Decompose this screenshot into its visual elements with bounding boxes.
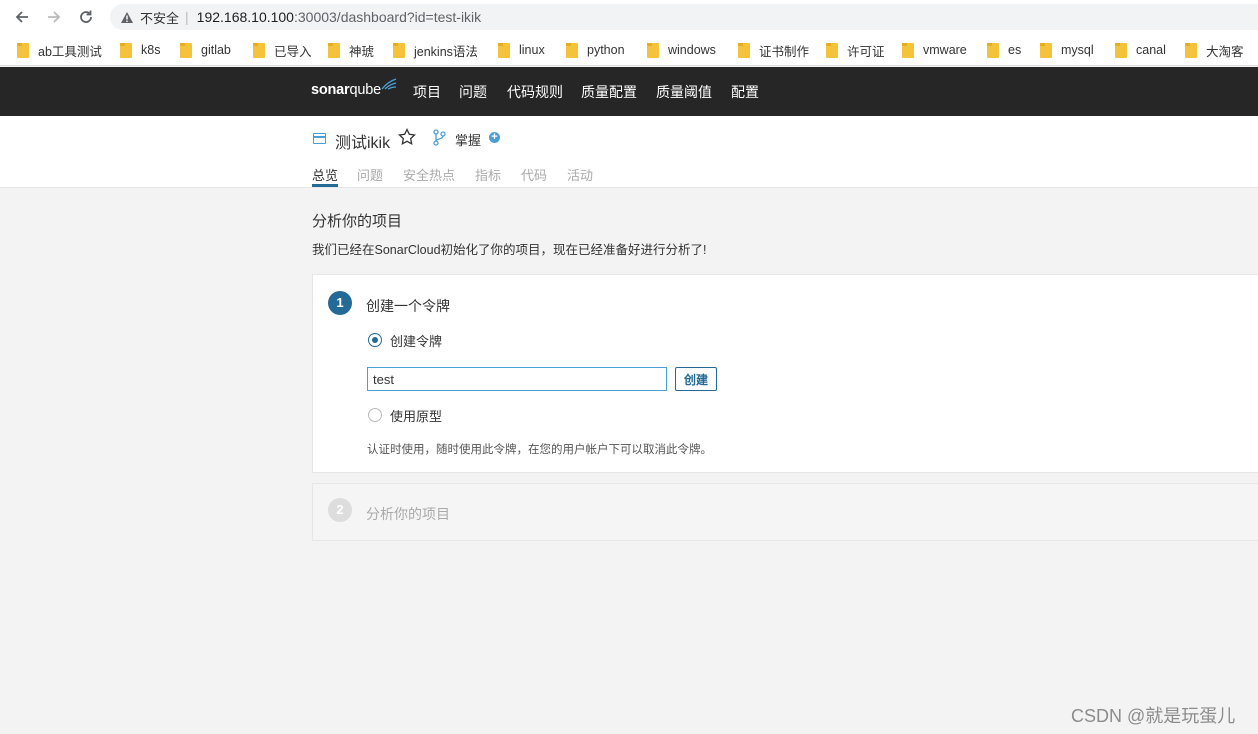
folder-icon bbox=[498, 42, 510, 58]
forward-arrow-icon[interactable] bbox=[44, 7, 64, 27]
bookmark-item[interactable]: python bbox=[566, 42, 625, 58]
warning-icon bbox=[121, 11, 133, 23]
tab-activity[interactable]: 活动 bbox=[567, 165, 593, 184]
create-token-button[interactable]: 创建 bbox=[675, 367, 717, 391]
watermark: CSDN @就是玩蛋儿 bbox=[1071, 706, 1236, 726]
radio-create-token[interactable] bbox=[368, 333, 382, 347]
folder-icon bbox=[987, 42, 999, 58]
sonarqube-navbar: sonarqube 项目 问题 代码规则 质量配置 质量阈值 配置 bbox=[0, 67, 1258, 116]
nav-administration[interactable]: 配置 bbox=[731, 82, 759, 102]
folder-icon bbox=[738, 42, 750, 58]
sonar-waves-icon bbox=[381, 78, 397, 90]
back-arrow-icon[interactable] bbox=[12, 7, 32, 27]
page-title: 分析你的项目 bbox=[312, 213, 403, 230]
step-1-title: 创建一个令牌 bbox=[366, 298, 450, 314]
nav-issues[interactable]: 问题 bbox=[459, 82, 487, 102]
bookmark-item[interactable]: es bbox=[987, 42, 1021, 58]
step-2-number: 2 bbox=[328, 498, 352, 522]
url-path: :30003/dashboard?id=test-ikik bbox=[293, 9, 482, 25]
folder-icon bbox=[1115, 42, 1127, 58]
bookmark-item[interactable]: gitlab bbox=[180, 42, 231, 58]
bookmark-item[interactable]: 许可证 bbox=[826, 42, 885, 59]
radio-use-existing[interactable] bbox=[368, 408, 382, 422]
step-1-number: 1 bbox=[328, 291, 352, 315]
folder-icon bbox=[180, 42, 192, 58]
bookmark-item[interactable]: vmware bbox=[902, 42, 967, 58]
folder-icon bbox=[902, 42, 914, 58]
project-icon bbox=[312, 133, 326, 144]
bookmark-item[interactable]: 神琥 bbox=[328, 42, 374, 59]
bookmark-item[interactable]: jenkins语法 bbox=[393, 42, 478, 59]
bookmark-item[interactable]: ab工具测试 bbox=[17, 42, 102, 59]
bookmarks-bar: ab工具测试 k8s gitlab 已导入 神琥 jenkins语法 linux… bbox=[0, 34, 1258, 66]
token-name-input[interactable] bbox=[367, 367, 667, 391]
plus-circle-icon[interactable]: + bbox=[489, 132, 500, 143]
page-subtitle: 我们已经在SonarCloud初始化了你的项目，现在已经准备好进行分析了! bbox=[312, 243, 707, 257]
nav-projects[interactable]: 项目 bbox=[413, 82, 441, 102]
branch-icon bbox=[433, 129, 446, 146]
radio-create-token-label[interactable]: 创建令牌 bbox=[390, 331, 442, 350]
folder-icon bbox=[566, 42, 578, 58]
step-2-title: 分析你的项目 bbox=[366, 506, 450, 522]
address-separator: | bbox=[185, 9, 189, 25]
browser-toolbar: 不安全 | 192.168.10.100:30003/dashboard?id=… bbox=[0, 0, 1258, 34]
bookmark-item[interactable]: mysql bbox=[1040, 42, 1094, 58]
project-name[interactable]: 测试ikik bbox=[335, 129, 390, 153]
nav-rules[interactable]: 代码规则 bbox=[507, 82, 563, 102]
radio-use-existing-label[interactable]: 使用原型 bbox=[390, 406, 442, 425]
active-tab-indicator bbox=[312, 184, 338, 187]
folder-icon bbox=[826, 42, 838, 58]
folder-icon bbox=[1185, 42, 1197, 58]
folder-icon bbox=[393, 42, 405, 58]
tab-security-hotspots[interactable]: 安全热点 bbox=[403, 165, 455, 184]
branch-name[interactable]: 掌握 bbox=[455, 130, 481, 149]
folder-icon bbox=[328, 42, 340, 58]
nav-quality-profiles[interactable]: 质量配置 bbox=[581, 82, 637, 102]
bookmark-item[interactable]: 大淘客 bbox=[1185, 42, 1244, 59]
bookmark-item[interactable]: windows bbox=[647, 42, 716, 58]
bookmark-item[interactable]: 证书制作 bbox=[738, 42, 809, 59]
folder-icon bbox=[120, 42, 132, 58]
token-hint: 认证时使用，随时使用此令牌，在您的用户帐户下可以取消此令牌。 bbox=[367, 444, 712, 456]
project-header: 测试ikik 掌握 + 总览 问题 安全热点 指标 代码 活动 bbox=[0, 116, 1258, 188]
url-host: 192.168.10.100 bbox=[196, 9, 294, 25]
nav-quality-gates[interactable]: 质量阈值 bbox=[656, 82, 712, 102]
folder-icon bbox=[647, 42, 659, 58]
tab-measures[interactable]: 指标 bbox=[475, 165, 501, 184]
sonarqube-logo[interactable]: sonarqube bbox=[311, 78, 397, 98]
security-label: 不安全 bbox=[140, 10, 180, 26]
folder-icon bbox=[1040, 42, 1052, 58]
folder-icon bbox=[17, 42, 29, 58]
star-icon[interactable] bbox=[398, 128, 416, 146]
bookmark-item[interactable]: linux bbox=[498, 42, 545, 58]
folder-icon bbox=[253, 42, 265, 58]
tab-overview[interactable]: 总览 bbox=[312, 165, 338, 184]
bookmark-item[interactable]: k8s bbox=[120, 42, 160, 58]
bookmark-item[interactable]: canal bbox=[1115, 42, 1166, 58]
bookmark-item[interactable]: 已导入 bbox=[253, 42, 312, 59]
tab-code[interactable]: 代码 bbox=[521, 165, 547, 184]
tab-issues[interactable]: 问题 bbox=[357, 165, 383, 184]
reload-icon[interactable] bbox=[76, 7, 96, 27]
address-bar[interactable]: 不安全 | 192.168.10.100:30003/dashboard?id=… bbox=[110, 4, 1258, 30]
step-2-card bbox=[312, 483, 1258, 541]
